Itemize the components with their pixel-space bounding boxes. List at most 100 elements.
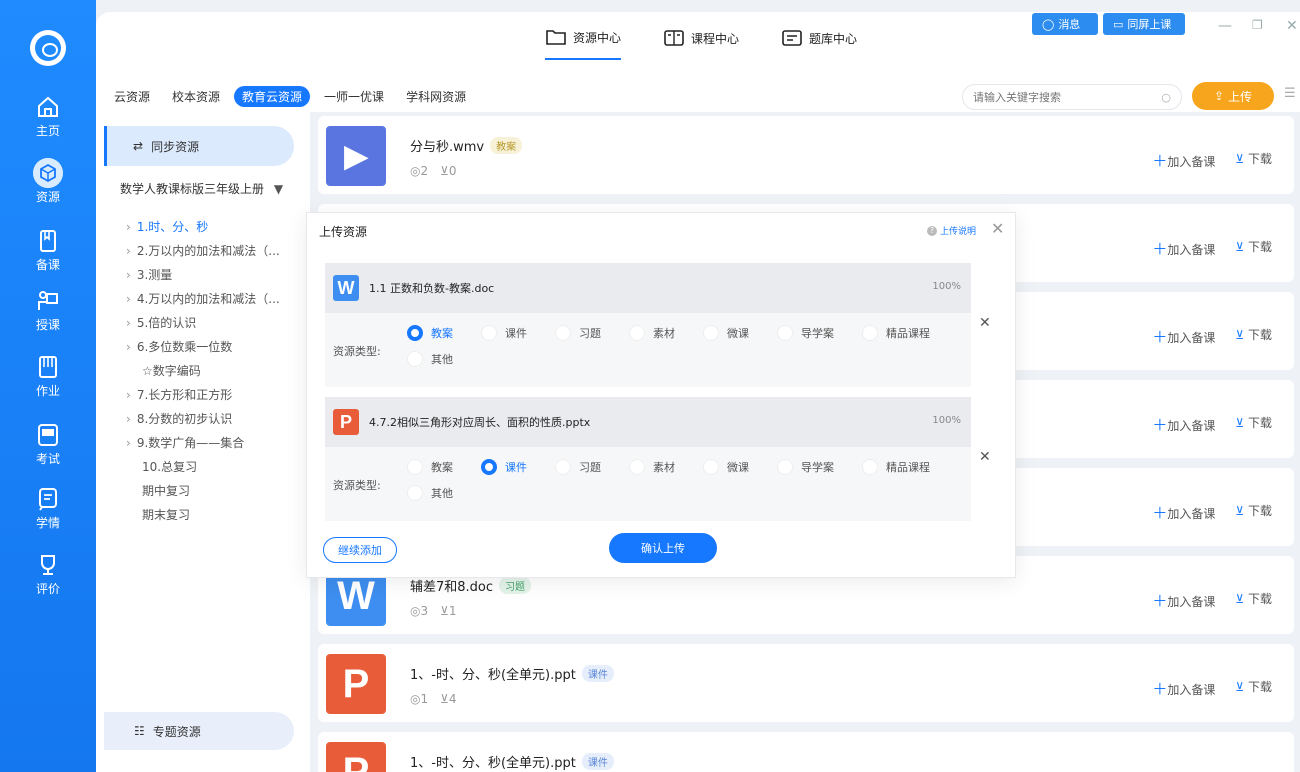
- message-button[interactable]: ◯ 消息: [1032, 13, 1098, 35]
- download-button[interactable]: ⊻ 下载: [1235, 150, 1272, 171]
- radio-button[interactable]: [703, 325, 719, 341]
- radio-button[interactable]: [481, 459, 497, 475]
- rail-item-lesson-prep[interactable]: 备课: [0, 226, 96, 273]
- resource-type-option[interactable]: 微课: [703, 325, 749, 341]
- radio-button[interactable]: [407, 325, 423, 341]
- search-input[interactable]: [973, 90, 1162, 104]
- topic-resource-item[interactable]: ☷ 专题资源: [104, 712, 294, 750]
- download-button[interactable]: ⊻ 下载: [1235, 414, 1272, 435]
- tree-node[interactable]: › 8.分数的初步认识: [126, 410, 232, 427]
- add-to-prep-button[interactable]: ＋加入备课: [1152, 326, 1215, 347]
- minimize-icon[interactable]: —: [1218, 18, 1232, 34]
- download-button[interactable]: ⊻ 下载: [1235, 326, 1272, 347]
- resource-type-option[interactable]: 素材: [629, 325, 675, 341]
- tree-node[interactable]: › 4.万以内的加法和减法（...: [126, 290, 280, 307]
- resource-type-option[interactable]: 课件: [481, 325, 527, 341]
- resource-type-option[interactable]: 课件: [481, 459, 527, 475]
- download-button[interactable]: ⊻ 下载: [1235, 238, 1272, 259]
- radio-button[interactable]: [862, 459, 878, 475]
- add-to-prep-button[interactable]: ＋加入备课: [1152, 502, 1215, 523]
- add-to-prep-button[interactable]: ＋加入备课: [1152, 150, 1215, 171]
- radio-button[interactable]: [407, 459, 423, 475]
- radio-button[interactable]: [862, 325, 878, 341]
- rail-item-teaching[interactable]: 授课: [0, 286, 96, 333]
- download-button[interactable]: ⊻ 下载: [1235, 678, 1272, 699]
- dialog-close-icon[interactable]: ✕: [991, 219, 1004, 238]
- tree-node[interactable]: 期末复习: [142, 506, 190, 523]
- radio-button[interactable]: [481, 325, 497, 341]
- resource-type-option[interactable]: 精品课程: [862, 325, 930, 341]
- tree-node[interactable]: › 3.测量: [126, 266, 172, 283]
- remove-file-icon[interactable]: ✕: [979, 315, 991, 331]
- radio-button[interactable]: [555, 459, 571, 475]
- radio-button[interactable]: [407, 351, 423, 367]
- tree-node[interactable]: › 2.万以内的加法和减法（...: [126, 242, 280, 259]
- continue-add-button[interactable]: 继续添加: [323, 537, 397, 563]
- add-to-prep-button[interactable]: ＋加入备课: [1152, 238, 1215, 259]
- resource-type-option[interactable]: 习题: [555, 325, 601, 341]
- resource-type-option[interactable]: 其他: [407, 351, 453, 367]
- download-button[interactable]: ⊻ 下载: [1235, 502, 1272, 523]
- resource-type-option[interactable]: 教案: [407, 325, 453, 341]
- resource-type-option[interactable]: 习题: [555, 459, 601, 475]
- subtab-xueke[interactable]: 学科网资源: [406, 88, 466, 105]
- search-icon[interactable]: ○: [1161, 91, 1171, 104]
- tree-node[interactable]: 期中复习: [142, 482, 190, 499]
- resource-type-option[interactable]: 导学案: [777, 459, 834, 475]
- menu-icon[interactable]: ☰: [1284, 86, 1296, 101]
- subtab-edu-cloud[interactable]: 教育云资源: [234, 86, 311, 107]
- add-to-prep-button[interactable]: ＋加入备课: [1152, 678, 1215, 699]
- tab-course-center[interactable]: 课程中心: [663, 28, 739, 60]
- rail-item-exam[interactable]: 考试: [0, 420, 96, 467]
- remove-file-icon[interactable]: ✕: [979, 449, 991, 465]
- radio-button[interactable]: [407, 485, 423, 501]
- resource-type-option[interactable]: 教案: [407, 459, 453, 475]
- resource-name[interactable]: 1、-时、分、秒(全单元).ppt: [410, 752, 576, 771]
- tab-question-bank[interactable]: 题库中心: [781, 28, 857, 60]
- sync-resource-item[interactable]: ⇄ 同步资源: [104, 126, 294, 166]
- subtab-school[interactable]: 校本资源: [172, 88, 220, 105]
- tree-node[interactable]: › 5.倍的认识: [126, 314, 196, 331]
- radio-button[interactable]: [629, 325, 645, 341]
- resource-card[interactable]: ▶ 分与秒.wmv 教案 ◎2 ⊻0 ＋加入备课 ⊻ 下载: [318, 116, 1294, 194]
- resource-type-option[interactable]: 微课: [703, 459, 749, 475]
- rail-item-evaluation[interactable]: 评价: [0, 550, 96, 597]
- download-button[interactable]: ⊻ 下载: [1235, 590, 1272, 611]
- confirm-upload-button[interactable]: 确认上传: [609, 533, 717, 563]
- resource-name[interactable]: 分与秒.wmv: [410, 136, 484, 155]
- tree-node[interactable]: › 7.长方形和正方形: [126, 386, 232, 403]
- add-to-prep-button[interactable]: ＋加入备课: [1152, 590, 1215, 611]
- rail-item-resource[interactable]: 资源: [0, 158, 96, 205]
- upload-button[interactable]: ⇪ 上传: [1192, 82, 1274, 110]
- add-to-prep-button[interactable]: ＋加入备课: [1152, 414, 1215, 435]
- rail-item-learning-status[interactable]: 学情: [0, 484, 96, 531]
- book-selector[interactable]: 数学人教课标版三年级上册 ▼: [120, 180, 320, 197]
- tree-node[interactable]: › 6.多位数乘一位数: [126, 338, 232, 355]
- radio-button[interactable]: [703, 459, 719, 475]
- radio-button[interactable]: [777, 325, 793, 341]
- close-window-icon[interactable]: ✕: [1286, 18, 1298, 34]
- radio-button[interactable]: [629, 459, 645, 475]
- resource-type-option[interactable]: 素材: [629, 459, 675, 475]
- resource-card[interactable]: P 1、-时、分、秒(全单元).ppt 课件: [318, 732, 1294, 772]
- tree-node[interactable]: › 1.时、分、秒: [126, 218, 208, 235]
- maximize-icon[interactable]: ❐: [1252, 18, 1263, 32]
- same-screen-button[interactable]: ▭ 同屏上课: [1103, 13, 1185, 35]
- resource-type-option[interactable]: 其他: [407, 485, 453, 501]
- tree-node[interactable]: ☆数字编码: [142, 362, 201, 379]
- subtab-cloud[interactable]: 云资源: [114, 88, 150, 105]
- resource-type-option[interactable]: 精品课程: [862, 459, 930, 475]
- tab-resource-center[interactable]: 资源中心: [545, 28, 622, 60]
- subtab-one-teacher[interactable]: 一师一优课: [324, 88, 384, 105]
- resource-name[interactable]: 辅差7和8.doc: [410, 576, 493, 595]
- radio-button[interactable]: [777, 459, 793, 475]
- tree-node[interactable]: › 9.数学广角——集合: [126, 434, 244, 451]
- tree-node[interactable]: 10.总复习: [142, 458, 197, 475]
- rail-item-homework[interactable]: 作业: [0, 352, 96, 399]
- resource-name[interactable]: 1、-时、分、秒(全单元).ppt: [410, 664, 576, 683]
- rail-item-home[interactable]: 主页: [0, 92, 96, 139]
- upload-help-link[interactable]: ? 上传说明: [927, 224, 976, 237]
- resource-type-option[interactable]: 导学案: [777, 325, 834, 341]
- radio-button[interactable]: [555, 325, 571, 341]
- resource-card[interactable]: P 1、-时、分、秒(全单元).ppt 课件 ◎1 ⊻4 ＋加入备课 ⊻ 下载: [318, 644, 1294, 722]
